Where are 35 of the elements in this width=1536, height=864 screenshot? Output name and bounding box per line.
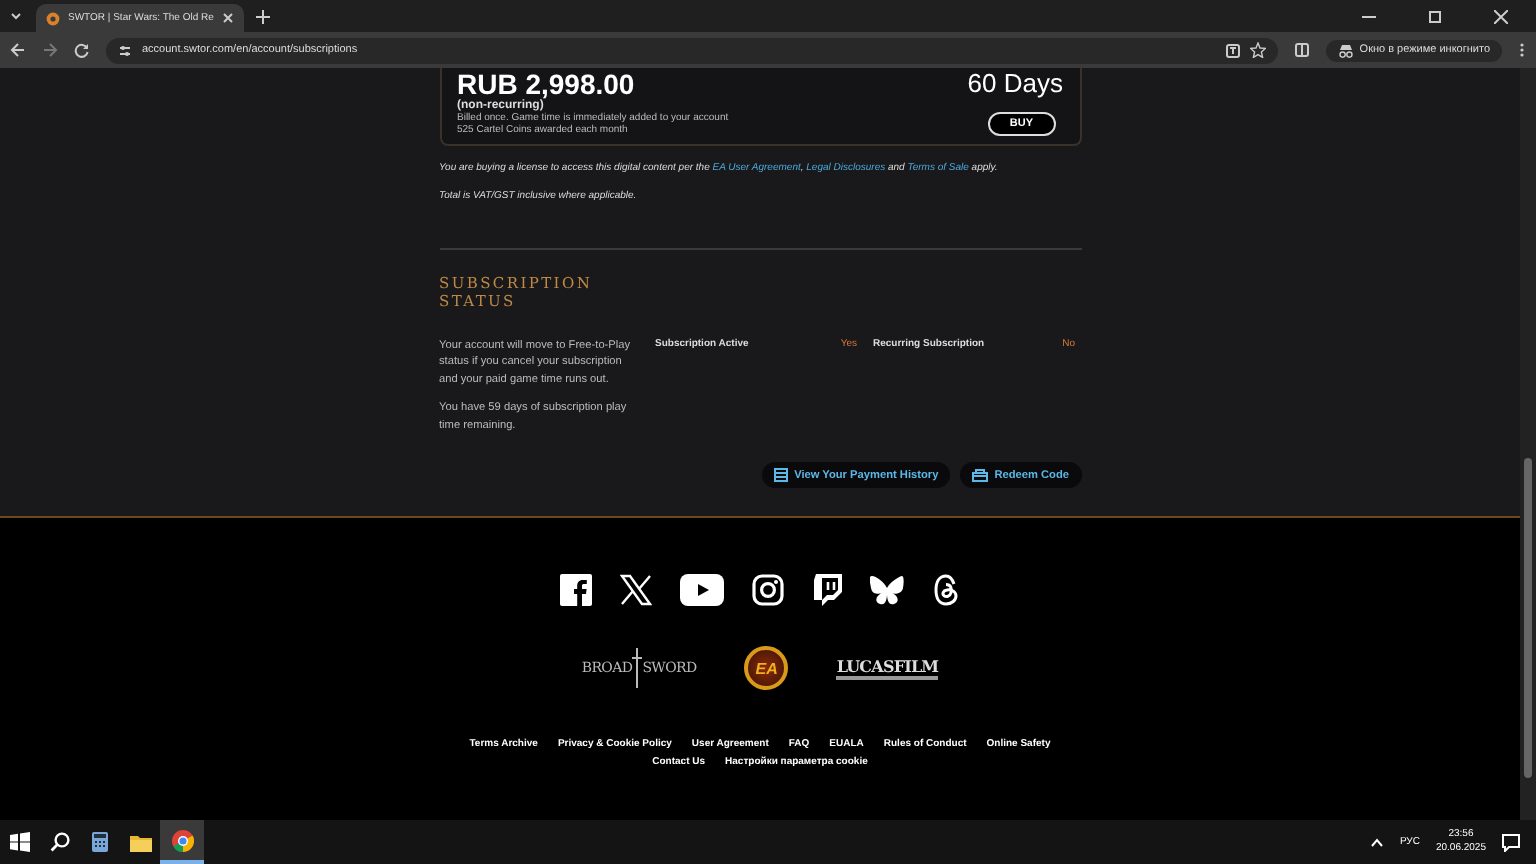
list-icon xyxy=(774,468,789,483)
scrollbar-thumb[interactable] xyxy=(1524,458,1532,778)
back-icon[interactable] xyxy=(10,42,26,58)
notification-icon[interactable] xyxy=(1502,833,1520,851)
sword-icon xyxy=(632,648,643,688)
chevron-up-icon[interactable] xyxy=(1369,837,1384,847)
price: RUB 2,998.00 xyxy=(457,70,637,100)
threads-icon[interactable] xyxy=(932,574,960,606)
tab-list-icon[interactable] xyxy=(8,8,24,24)
twitch-icon[interactable] xyxy=(812,574,842,606)
windows-icon[interactable] xyxy=(10,832,30,852)
butterfly-icon[interactable] xyxy=(870,575,904,605)
youtube-icon[interactable] xyxy=(680,574,724,606)
site-info-icon[interactable] xyxy=(118,43,132,57)
forward-icon xyxy=(42,42,58,58)
x-icon[interactable] xyxy=(620,574,652,606)
favicon-icon xyxy=(46,11,60,25)
translate-icon[interactable] xyxy=(1225,43,1240,57)
new-tab-icon[interactable] xyxy=(255,9,270,23)
close-icon[interactable] xyxy=(221,12,234,24)
ea-logo: EA xyxy=(744,646,789,690)
close-icon[interactable] xyxy=(1494,9,1508,23)
folder-icon[interactable] xyxy=(129,833,151,851)
search-icon[interactable] xyxy=(50,832,70,852)
menu-icon[interactable] xyxy=(1518,42,1526,58)
facebook-icon[interactable] xyxy=(560,574,592,606)
maximize-icon[interactable] xyxy=(1428,9,1442,23)
chrome-icon[interactable] xyxy=(171,829,193,851)
duration: 60 Days xyxy=(967,70,1063,98)
lucasfilm-logo: LUCASFILM xyxy=(836,656,939,680)
instagram-icon[interactable] xyxy=(752,574,784,606)
incognito-icon xyxy=(1337,43,1354,57)
star-icon[interactable] xyxy=(1249,42,1266,58)
reload-icon[interactable] xyxy=(74,42,90,58)
calculator-icon[interactable] xyxy=(92,832,108,852)
